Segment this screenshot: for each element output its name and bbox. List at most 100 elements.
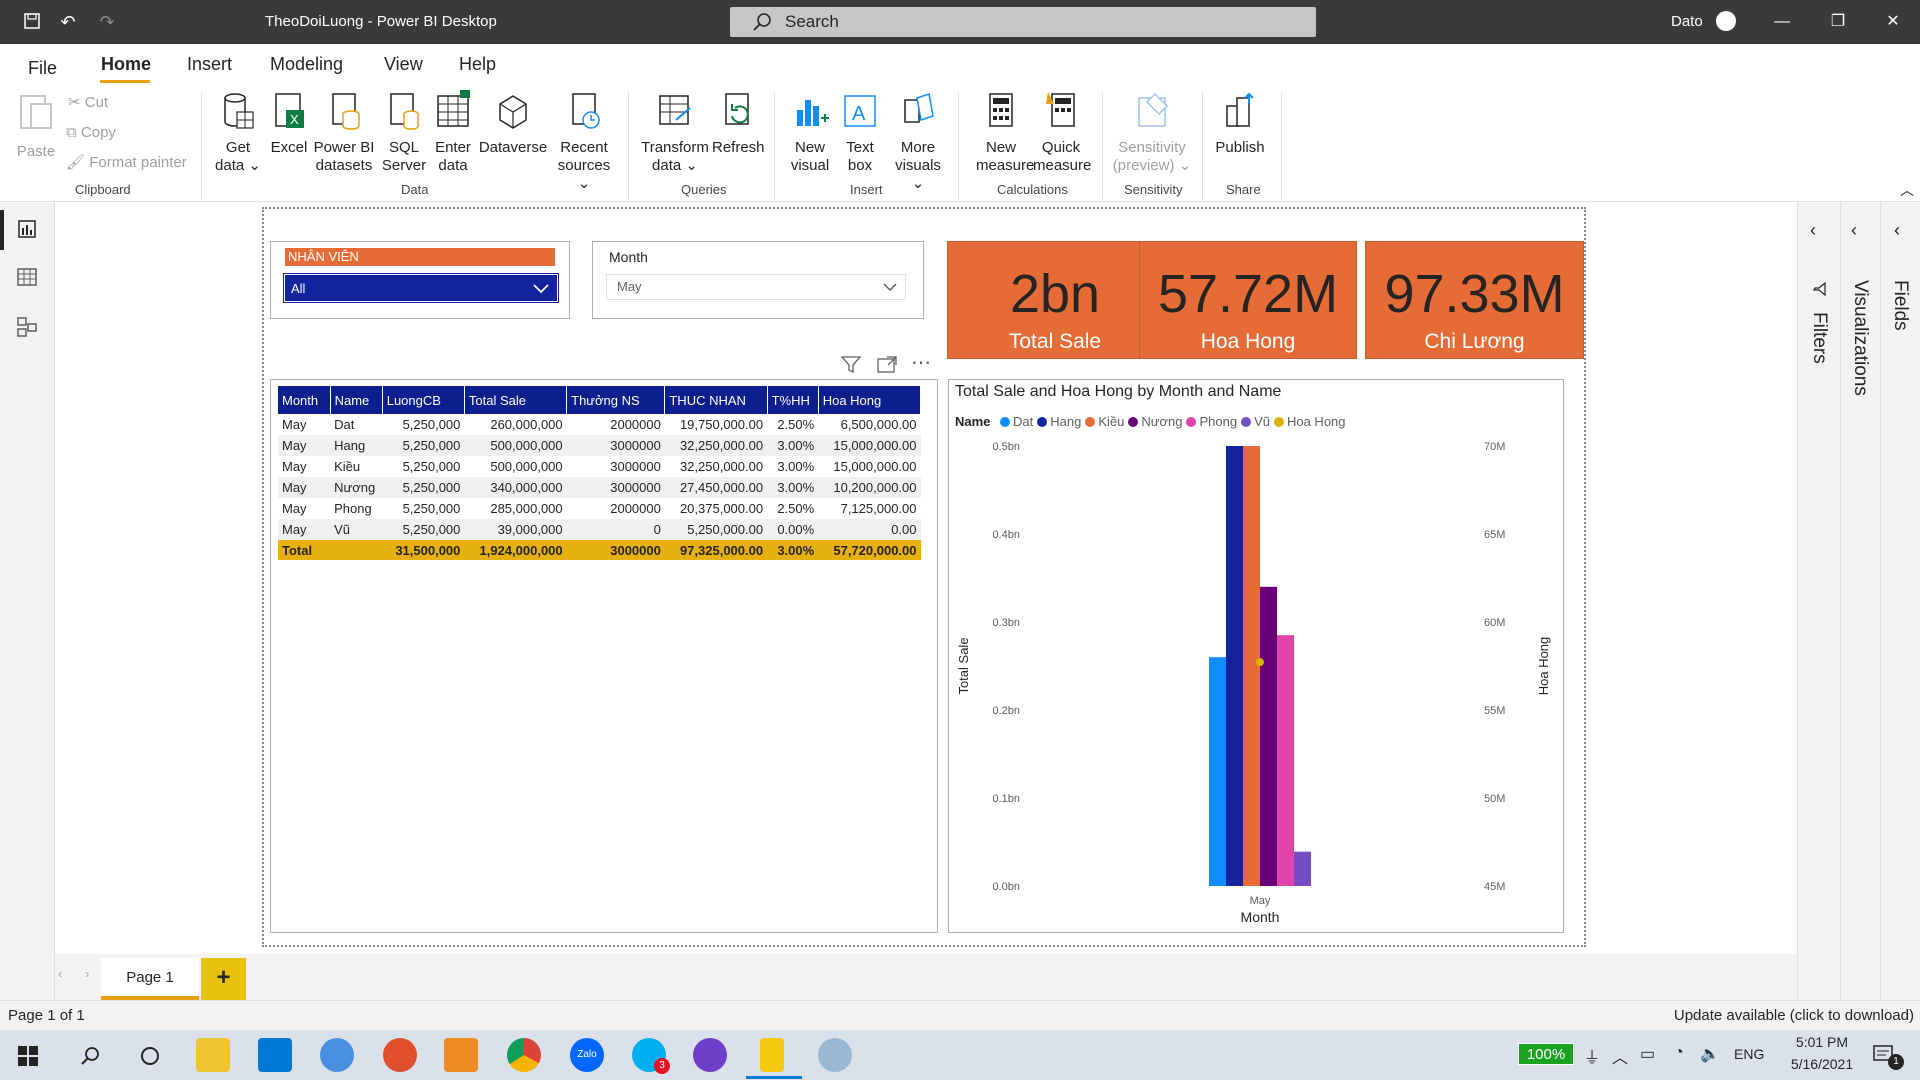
total-row[interactable]: Total 31,500,000 1,924,000,000 3000000 97,32… [278,540,921,560]
table-row[interactable]: May Dat 5,250,000 260,000,000 2000000 19,750,… [278,414,921,435]
tab-modeling[interactable]: Modeling [270,54,343,75]
filter-icon[interactable] [841,356,861,374]
chart-bar[interactable] [1226,446,1243,886]
column-header[interactable]: Thưởng NS [566,386,666,414]
clock-date[interactable]: 5/16/2021 [1776,1056,1868,1072]
battery-icon[interactable]: ▭ [1640,1044,1655,1064]
tab-help[interactable]: Help [459,54,496,75]
expand-fields-icon[interactable]: ‹ [1894,220,1900,241]
sensitivity-button[interactable]: Sensitivity (preview) ⌄ [1110,90,1194,175]
text-box-button[interactable]: A Text box [838,90,882,175]
file-explorer-icon[interactable] [196,1038,230,1072]
tab-insert[interactable]: Insert [187,54,232,75]
copy-button[interactable]: ⧉ Copy [66,124,116,142]
legend-item[interactable]: Phong [1186,414,1237,429]
column-header[interactable]: Month [278,386,331,414]
cloud-icon[interactable] [320,1038,354,1072]
redo-icon[interactable]: ↷ [97,12,117,32]
recent-sources-button[interactable]: Recent sources ⌄ [551,90,617,193]
sql-server-button[interactable]: SQL Server [380,90,428,175]
tab-page-1[interactable]: Page 1 [101,958,199,1000]
enter-data-button[interactable]: Enter data [430,90,476,175]
tab-view[interactable]: View [384,54,423,75]
kpi-card-total-sale[interactable]: 2bn Total Sale [947,241,1163,359]
month-slicer[interactable]: Month May [592,241,924,319]
format-painter-button[interactable]: 🖌 Format painter [66,154,187,172]
dataverse-button[interactable]: Dataverse [478,90,548,157]
zalo-icon[interactable]: Zalo [570,1038,604,1072]
legend-item[interactable]: Nương [1128,414,1182,429]
plug-icon[interactable]: ⏚ [1584,1044,1600,1068]
chart-bar[interactable] [1277,635,1294,886]
table-row[interactable]: May Kiều 5,250,000 500,000,000 3000000 32,250… [278,456,921,477]
search-icon[interactable] [80,1045,102,1067]
mail-icon[interactable] [258,1038,292,1072]
legend-item[interactable]: Kiều [1085,414,1124,429]
language-indicator[interactable]: ENG [1734,1046,1764,1062]
paint-icon[interactable] [818,1038,852,1072]
column-header[interactable]: Hoa Hong [818,386,922,414]
column-header[interactable]: THUC NHAN [664,386,768,414]
new-measure-button[interactable]: New measure [976,90,1034,175]
collapse-ribbon-icon[interactable]: ︿ [1900,180,1914,200]
chrome-icon[interactable] [507,1038,541,1072]
update-available-link[interactable]: Update available (click to download) [1674,1007,1914,1024]
powerbi-datasets-button[interactable]: Power BI datasets [312,90,376,175]
month-dropdown[interactable]: May [606,274,906,300]
chart-bar[interactable] [1260,586,1277,886]
expand-visualizations-icon[interactable]: ‹ [1851,220,1857,241]
table-row[interactable]: May Phong 5,250,000 285,000,000 2000000 20,37… [278,498,921,519]
search-box[interactable]: Search [730,7,1316,37]
get-data-button[interactable]: Get data ⌄ [210,90,266,175]
fields-pane-label[interactable]: Fields [1889,280,1911,331]
paste-button[interactable]: Paste [14,90,58,161]
publish-button[interactable]: Publish [1212,90,1268,157]
table-row[interactable]: May Hang 5,250,000 500,000,000 3000000 32,250… [278,435,921,456]
chart-bar[interactable] [1243,446,1260,886]
column-header[interactable]: Total Sale [464,386,568,414]
task-view-icon[interactable] [139,1045,161,1067]
legend-item[interactable]: Hoa Hong [1273,414,1346,429]
excel-button[interactable]: X Excel [268,90,310,157]
avatar[interactable] [1716,11,1736,31]
employee-slicer[interactable]: NHÂN VIÊN All [270,241,570,319]
scroll-left-icon[interactable]: ‹ [58,966,62,981]
battery-percent[interactable]: 100% [1518,1043,1574,1065]
expand-filters-icon[interactable]: ‹ [1810,220,1816,241]
model-view-icon[interactable] [16,316,38,338]
kpi-card-hoa-hong[interactable]: 57.72M Hoa Hong [1139,241,1357,359]
transform-data-button[interactable]: Transform data ⌄ [640,90,710,175]
user-name[interactable]: Dato [1671,13,1703,30]
legend-item[interactable]: Hang [1037,414,1081,429]
legend-item[interactable]: Dat [1000,414,1033,429]
table-row[interactable]: May Vũ 5,250,000 39,000,000 0 5,250,000.00 0.0… [278,519,921,540]
tab-file[interactable]: File [28,58,57,79]
filters-pane-label[interactable]: Filters [1808,312,1830,364]
data-view-icon[interactable] [16,266,38,288]
new-visual-button[interactable]: New visual [788,90,832,175]
visualizations-pane-label[interactable]: Visualizations [1849,280,1871,396]
github-icon[interactable] [693,1038,727,1072]
cut-button[interactable]: ✂ Cut [68,94,108,112]
tab-home[interactable]: Home [101,54,151,75]
data-table[interactable]: Month Name LuongCB Total Sale Thưởng NS … [278,386,922,560]
foxit-icon[interactable] [444,1038,478,1072]
column-header[interactable]: T%HH [767,386,819,414]
employee-dropdown[interactable]: All [283,273,559,303]
line-point[interactable] [1256,658,1264,667]
volume-icon[interactable]: 🔈 [1700,1044,1720,1064]
ccleaner-icon[interactable] [383,1038,417,1072]
more-visuals-button[interactable]: More visuals ⌄ [890,90,946,193]
table-row[interactable]: May Nương 5,250,000 340,000,000 3000000 27,45… [278,477,921,498]
chart-bar[interactable] [1209,657,1226,886]
restore-button[interactable]: ❐ [1823,10,1853,34]
wifi-icon[interactable]: ◔ [1674,1044,1684,1062]
kpi-card-chi-luong[interactable]: 97.33M Chi Lương [1365,241,1584,359]
undo-icon[interactable]: ↶ [58,12,78,32]
powerbi-icon[interactable] [760,1038,784,1072]
scroll-right-icon[interactable]: › [85,966,89,981]
windows-start-icon[interactable] [18,1046,38,1066]
report-view-icon[interactable] [16,218,38,240]
focus-mode-icon[interactable] [877,356,897,374]
column-header[interactable]: LuongCB [382,386,465,414]
